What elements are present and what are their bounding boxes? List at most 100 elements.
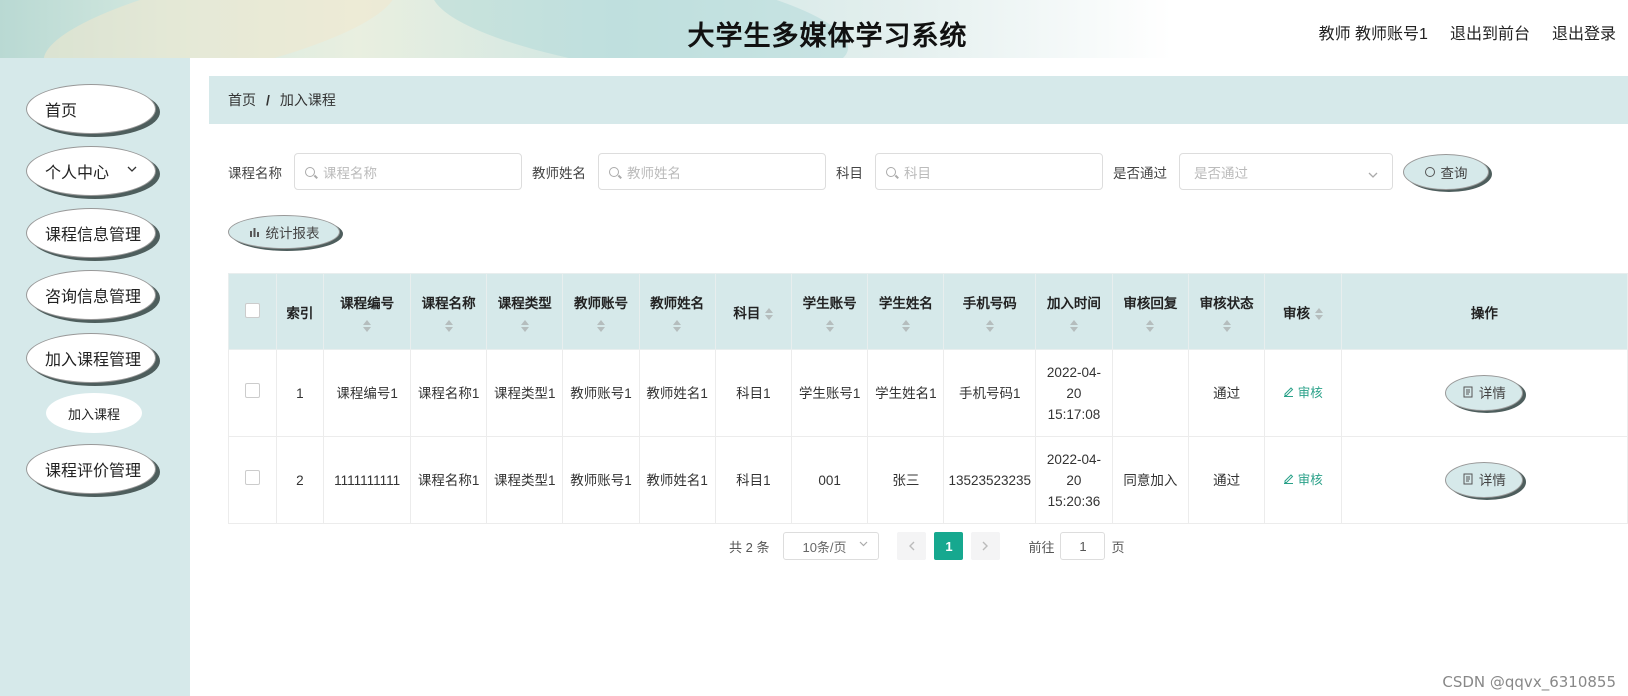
table-row: 2 1111111111 课程名称1 课程类型1 教师账号1 教师姓名1 科目1… (228, 436, 1628, 524)
statistics-report-label: 统计报表 (265, 226, 320, 241)
statistics-report-button[interactable]: 统计报表 (228, 215, 340, 249)
row-checkbox[interactable] (244, 382, 260, 398)
edit-icon (1283, 386, 1294, 400)
sidebar-item-label: 加入课程管理 (45, 352, 142, 369)
sidebar-item-personal-center[interactable]: 个人中心 (26, 146, 156, 196)
sort-icon[interactable] (825, 319, 834, 332)
sort-icon[interactable] (520, 319, 529, 332)
page-size-select[interactable]: 10条/页 (783, 532, 880, 560)
select-all-cell[interactable] (228, 273, 277, 350)
row-checkbox[interactable] (244, 469, 260, 485)
chevron-left-icon (909, 541, 915, 551)
col-header[interactable]: 课程编号 (323, 273, 412, 350)
sidebar: 首页 个人中心 课程信息管理 咨询信息管理 加入课程管理 加入课程 课程评价管理 (0, 58, 190, 696)
page-1-button[interactable]: 1 (934, 532, 964, 560)
sidebar-item-label: 课程信息管理 (45, 227, 142, 244)
cell-action: 详情 (1340, 436, 1628, 524)
col-header[interactable]: 学生账号 (790, 273, 869, 350)
cell-teacher-account: 教师账号1 (562, 436, 640, 524)
goto-page-input[interactable]: 1 (1060, 532, 1106, 560)
query-button-label: 查询 (1440, 165, 1468, 181)
sort-icon[interactable] (1146, 319, 1155, 332)
cell-phone: 13523523235 (943, 436, 1037, 524)
cell-teacher-name: 教师姓名1 (638, 349, 716, 437)
chevron-down-icon (127, 162, 137, 176)
chevron-down-icon (1368, 167, 1378, 182)
sidebar-item-course-review[interactable]: 课程评价管理 (26, 444, 156, 494)
col-header[interactable]: 加入时间 (1035, 273, 1113, 350)
col-header[interactable]: 教师姓名 (638, 273, 716, 350)
cell-course-type: 课程类型1 (486, 436, 564, 524)
col-header[interactable]: 审核回复 (1111, 273, 1190, 350)
cell-student-name: 学生姓名1 (867, 349, 945, 437)
row-select-cell[interactable] (228, 349, 277, 437)
sidebar-item-label: 首页 (45, 103, 78, 120)
sort-icon[interactable] (901, 319, 910, 332)
col-header[interactable]: 教师账号 (562, 273, 640, 350)
table-row: 1 课程编号1 课程名称1 课程类型1 教师账号1 教师姓名1 科目1 学生账号… (228, 349, 1628, 437)
sort-icon[interactable] (444, 319, 453, 332)
cell-status: 通过 (1188, 436, 1266, 524)
detail-button[interactable]: 详情 (1445, 462, 1524, 498)
logout-link[interactable]: 退出登录 (1552, 20, 1616, 44)
breadcrumb-home[interactable]: 首页 (228, 90, 256, 110)
sidebar-item-label: 咨询信息管理 (45, 289, 142, 306)
sidebar-item-consult-info[interactable]: 咨询信息管理 (26, 270, 156, 320)
select-all-checkbox[interactable] (244, 302, 260, 318)
sidebar-item-label: 个人中心 (45, 165, 110, 182)
prev-page-button[interactable] (897, 532, 927, 560)
col-header[interactable]: 科目 (714, 273, 792, 350)
col-header[interactable]: 审核 (1264, 273, 1342, 350)
cell-student-account: 001 (790, 436, 869, 524)
query-button[interactable]: 查询 (1403, 153, 1489, 190)
sort-icon[interactable] (985, 319, 994, 332)
col-header[interactable]: 课程名称 (410, 273, 488, 350)
course-name-placeholder: 课程名称 (323, 165, 377, 181)
submenu-item-join-course[interactable]: 加入课程 (46, 393, 142, 433)
audit-link[interactable]: 审核 (1283, 386, 1323, 400)
sidebar-item-home[interactable]: 首页 (26, 84, 156, 134)
search-bar: 课程名称 课程名称 教师姓名 教师姓名 科目 科目 是否通过 是否通过 查询 (228, 153, 1489, 190)
course-name-input[interactable]: 课程名称 (294, 153, 522, 190)
breadcrumb-current: 加入课程 (279, 92, 336, 108)
page-size-value: 10条/页 (802, 539, 847, 555)
document-icon (1463, 383, 1473, 404)
goto-label: 前往 (1028, 539, 1055, 555)
sidebar-item-course-info[interactable]: 课程信息管理 (26, 208, 156, 258)
sort-icon[interactable] (363, 319, 372, 332)
cell-reply: 同意加入 (1111, 436, 1190, 524)
passed-select[interactable]: 是否通过 (1179, 153, 1393, 190)
search-icon (305, 166, 315, 177)
sort-icon[interactable] (765, 307, 774, 320)
col-header[interactable]: 审核状态 (1188, 273, 1266, 350)
sort-icon[interactable] (1069, 319, 1078, 332)
sidebar-item-join-course-mgmt[interactable]: 加入课程管理 (26, 333, 156, 383)
sort-icon[interactable] (1222, 319, 1231, 332)
col-header[interactable]: 课程类型 (486, 273, 564, 350)
current-user[interactable]: 教师 教师账号1 (1319, 20, 1428, 44)
row-select-cell[interactable] (228, 436, 277, 524)
bar-chart-icon (249, 225, 260, 240)
col-header[interactable]: 手机号码 (943, 273, 1037, 350)
cell-index: 1 (275, 349, 325, 437)
subject-label: 科目 (836, 165, 863, 181)
subject-placeholder: 科目 (904, 165, 931, 181)
exit-to-front-link[interactable]: 退出到前台 (1450, 20, 1530, 44)
cell-action: 详情 (1340, 349, 1628, 437)
col-header: 操作 (1340, 273, 1628, 350)
col-header[interactable]: 学生姓名 (867, 273, 945, 350)
detail-button[interactable]: 详情 (1445, 375, 1524, 411)
teacher-name-input[interactable]: 教师姓名 (598, 153, 826, 190)
sort-icon[interactable] (596, 319, 605, 332)
sort-icon[interactable] (673, 319, 682, 332)
chevron-right-icon (982, 541, 989, 551)
search-icon (1424, 166, 1435, 177)
cell-audit: 审核 (1264, 436, 1342, 524)
sort-icon[interactable] (1314, 307, 1323, 320)
course-name-label: 课程名称 (228, 165, 282, 181)
next-page-button[interactable] (971, 532, 1001, 560)
audit-link[interactable]: 审核 (1283, 473, 1323, 487)
edit-icon (1283, 473, 1294, 487)
subject-input[interactable]: 科目 (875, 153, 1103, 190)
data-table: 索引 课程编号 课程名称 课程类型 教师账号 教师姓名 科目 学生账号 学生姓名… (228, 273, 1628, 524)
